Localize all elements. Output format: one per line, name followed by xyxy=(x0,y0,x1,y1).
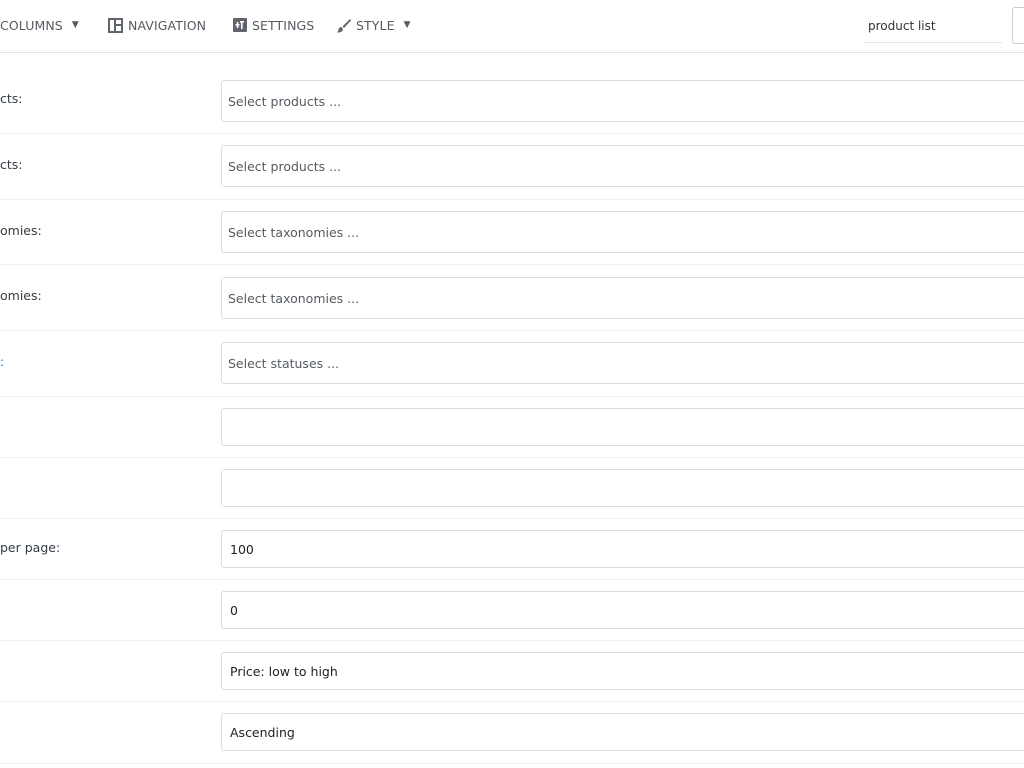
exclude-taxonomies-select[interactable]: Select taxonomies ... xyxy=(221,277,1024,319)
brush-icon xyxy=(336,18,351,33)
field-label: cts: xyxy=(0,91,23,106)
select-value: Price: low to high xyxy=(230,663,338,679)
select-placeholder: Select products ... xyxy=(228,93,342,109)
columns-label: COLUMNS xyxy=(0,17,63,33)
toolbar-action-button[interactable] xyxy=(1012,7,1024,44)
field-label: per page: xyxy=(0,540,61,555)
exclude-products-select[interactable]: Select products ... xyxy=(221,145,1024,187)
form-row: per page: xyxy=(0,519,1024,580)
field-label: omies: xyxy=(0,223,42,238)
statuses-select[interactable]: Select statuses ... xyxy=(221,342,1024,384)
include-products-select[interactable]: Select products ... xyxy=(221,80,1024,122)
field-label: omies: xyxy=(0,288,42,303)
select-placeholder: Select statuses ... xyxy=(228,355,340,371)
form-row: Price: low to high xyxy=(0,641,1024,702)
form-row: omies: Select taxonomies ... xyxy=(0,200,1024,265)
form-row: Ascending xyxy=(0,702,1024,764)
select-placeholder: Select taxonomies ... xyxy=(228,290,360,306)
caret-down-icon: ▼ xyxy=(71,20,79,30)
offset-input[interactable] xyxy=(221,591,1024,629)
field-label: cts: xyxy=(0,157,23,172)
style-label: STYLE xyxy=(356,17,395,33)
select-placeholder: Select taxonomies ... xyxy=(228,224,360,240)
form-row xyxy=(0,397,1024,458)
per-page-input[interactable] xyxy=(221,530,1024,568)
navigation-icon xyxy=(108,17,123,33)
form-row: omies: Select taxonomies ... xyxy=(0,265,1024,331)
navigation-button[interactable]: NAVIGATION xyxy=(108,16,206,34)
select-value: Ascending xyxy=(230,724,295,740)
include-taxonomies-select[interactable]: Select taxonomies ... xyxy=(221,211,1024,253)
navigation-label: NAVIGATION xyxy=(128,17,207,33)
order-by-select[interactable]: Price: low to high xyxy=(221,652,1024,690)
toolbar: COLUMNS ▼ NAVIGATION SETTINGS STYLE ▼ pr… xyxy=(0,0,1024,53)
caret-down-icon: ▼ xyxy=(403,20,411,30)
form-row: : Select statuses ... xyxy=(0,331,1024,397)
order-direction-select[interactable]: Ascending xyxy=(221,713,1024,751)
text-input[interactable] xyxy=(221,469,1024,507)
field-label[interactable]: : xyxy=(0,354,4,369)
style-menu-button[interactable]: STYLE ▼ xyxy=(336,16,411,34)
settings-icon xyxy=(233,18,247,32)
search-input[interactable] xyxy=(864,9,1002,43)
form-row: cts: Select products ... xyxy=(0,134,1024,200)
settings-label: SETTINGS xyxy=(252,17,315,33)
columns-menu-button[interactable]: COLUMNS ▼ xyxy=(0,16,79,34)
form-row: cts: Select products ... xyxy=(0,68,1024,134)
form-row xyxy=(0,580,1024,641)
form-row xyxy=(0,458,1024,519)
text-input[interactable] xyxy=(221,408,1024,446)
settings-button[interactable]: SETTINGS xyxy=(233,16,314,34)
select-placeholder: Select products ... xyxy=(228,158,342,174)
